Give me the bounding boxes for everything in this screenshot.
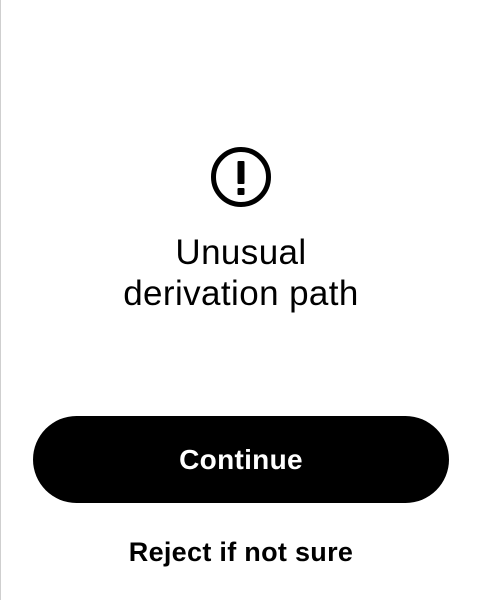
reject-button[interactable]: Reject if not sure <box>41 533 441 571</box>
continue-button[interactable]: Continue <box>33 416 449 503</box>
warning-title-line-1: Unusual <box>175 233 307 272</box>
continue-button-label: Continue <box>179 443 303 475</box>
warning-title: Unusual derivation path <box>41 232 441 314</box>
warning-screen: Unusual derivation path Continue Reject … <box>0 0 480 600</box>
exclamation-circle-icon <box>211 147 271 207</box>
warning-title-line-2: derivation path <box>123 274 359 313</box>
reject-button-label: Reject if not sure <box>128 536 354 567</box>
